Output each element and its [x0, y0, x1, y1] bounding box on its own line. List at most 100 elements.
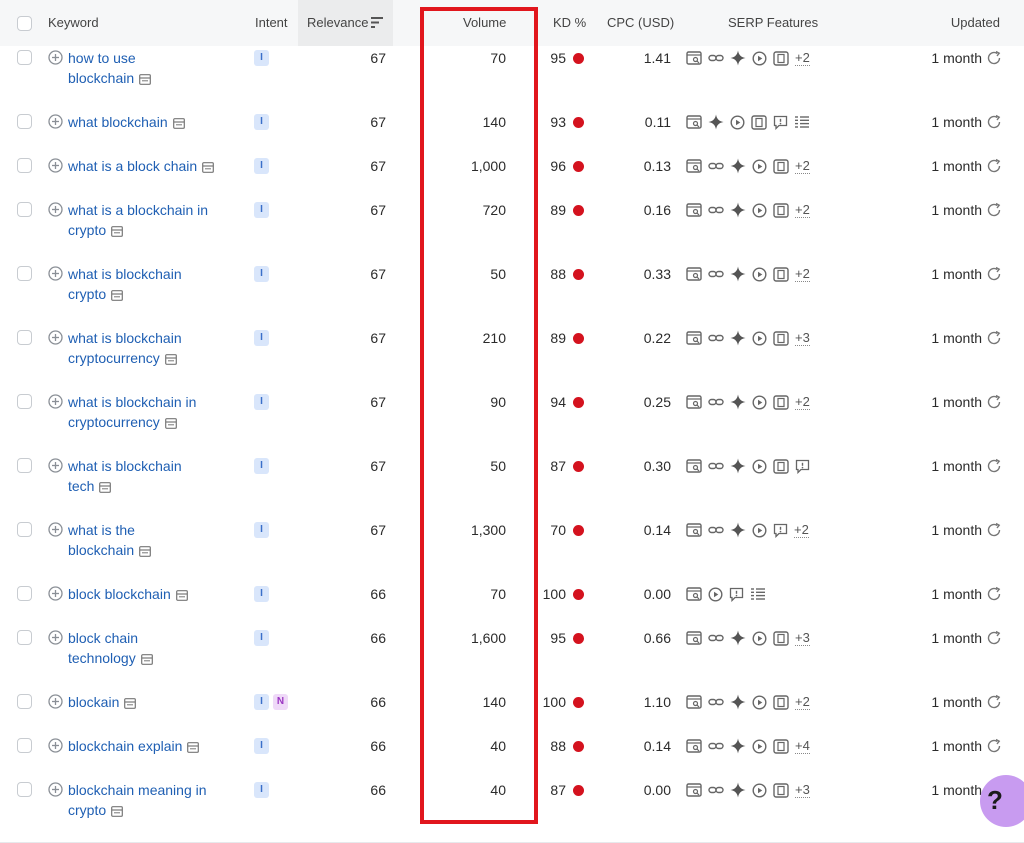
serp-more-count[interactable]: +2	[795, 158, 810, 174]
row-checkbox[interactable]	[17, 158, 32, 173]
keyword-link[interactable]: what is blockchain tech	[68, 456, 238, 498]
row-checkbox[interactable]	[17, 50, 32, 65]
serp-more-count[interactable]: +2	[795, 50, 810, 66]
keyword-link[interactable]: what is blockchain cryptocurrency	[68, 328, 238, 370]
list-snippet-icon	[794, 115, 810, 129]
refresh-icon[interactable]	[986, 330, 1002, 346]
refresh-icon[interactable]	[986, 394, 1002, 410]
cpc-value: 1.10	[643, 694, 671, 710]
serp-more-count[interactable]: +3	[795, 630, 810, 646]
serp-preview-icon[interactable]	[111, 286, 124, 306]
refresh-icon[interactable]	[986, 114, 1002, 130]
keyword-link[interactable]: block blockchain	[68, 584, 238, 606]
row-checkbox[interactable]	[17, 394, 32, 409]
serp-more-count[interactable]: +4	[795, 738, 810, 754]
serp-preview-icon[interactable]	[172, 114, 185, 134]
ai-overview-icon	[730, 266, 746, 282]
row-checkbox[interactable]	[17, 458, 32, 473]
keyword-link[interactable]: what is a block chain	[68, 156, 238, 178]
keyword-link[interactable]: what is blockchain in cryptocurrency	[68, 392, 238, 434]
add-to-list-icon[interactable]	[48, 694, 63, 709]
refresh-icon[interactable]	[986, 266, 1002, 282]
keyword-link[interactable]: blockchain explain	[68, 736, 238, 758]
refresh-icon[interactable]	[986, 522, 1002, 538]
serp-more-count[interactable]: +2	[794, 522, 809, 538]
header-kd[interactable]: KD %	[553, 0, 586, 46]
row-checkbox[interactable]	[17, 586, 32, 601]
add-to-list-icon[interactable]	[48, 266, 63, 281]
relevance-value: 67	[370, 458, 386, 474]
row-checkbox[interactable]	[17, 522, 32, 537]
serp-preview-icon[interactable]	[99, 478, 112, 498]
keyword-link[interactable]: blockchain meaning in crypto	[68, 780, 238, 822]
add-to-list-icon[interactable]	[48, 114, 63, 129]
row-checkbox[interactable]	[17, 738, 32, 753]
serp-preview-icon[interactable]	[139, 70, 152, 90]
add-to-list-icon[interactable]	[48, 738, 63, 753]
volume-value: 90	[490, 394, 506, 410]
kd-difficulty-dot	[573, 117, 584, 128]
header-serp-features[interactable]: SERP Features	[728, 0, 818, 46]
row-checkbox[interactable]	[17, 330, 32, 345]
add-to-list-icon[interactable]	[48, 50, 63, 65]
select-all-checkbox[interactable]	[17, 16, 32, 31]
row-checkbox[interactable]	[17, 266, 32, 281]
keyword-link[interactable]: how to use blockchain	[68, 48, 238, 90]
header-keyword[interactable]: Keyword	[48, 0, 99, 46]
serp-preview-icon[interactable]	[187, 738, 200, 758]
serp-preview-icon[interactable]	[164, 414, 177, 434]
refresh-icon[interactable]	[986, 738, 1002, 754]
keyword-link[interactable]: what is blockchain crypto	[68, 264, 238, 306]
serp-more-count[interactable]: +2	[795, 202, 810, 218]
row-checkbox[interactable]	[17, 202, 32, 217]
refresh-icon[interactable]	[986, 694, 1002, 710]
row-checkbox[interactable]	[17, 114, 32, 129]
serp-preview-icon[interactable]	[124, 694, 137, 714]
serp-features: +2	[686, 49, 810, 67]
serp-more-count[interactable]: +2	[795, 394, 810, 410]
refresh-icon[interactable]	[986, 630, 1002, 646]
keyword-link[interactable]: blockain	[68, 692, 238, 714]
refresh-icon[interactable]	[986, 50, 1002, 66]
refresh-icon[interactable]	[986, 158, 1002, 174]
add-to-list-icon[interactable]	[48, 330, 63, 345]
keyword-link[interactable]: what blockchain	[68, 112, 238, 134]
add-to-list-icon[interactable]	[48, 522, 63, 537]
serp-more-count[interactable]: +2	[795, 266, 810, 282]
add-to-list-icon[interactable]	[48, 202, 63, 217]
row-checkbox[interactable]	[17, 630, 32, 645]
serp-preview-icon[interactable]	[164, 350, 177, 370]
refresh-icon[interactable]	[986, 202, 1002, 218]
refresh-icon[interactable]	[986, 586, 1002, 602]
volume-value: 70	[490, 586, 506, 602]
serp-preview-icon[interactable]	[202, 158, 215, 178]
serp-more-count[interactable]: +3	[795, 782, 810, 798]
serp-preview-icon[interactable]	[111, 802, 124, 822]
header-intent[interactable]: Intent	[255, 0, 288, 46]
add-to-list-icon[interactable]	[48, 158, 63, 173]
refresh-icon[interactable]	[986, 458, 1002, 474]
keyword-link[interactable]: what is a blockchain in crypto	[68, 200, 238, 242]
keyword-link[interactable]: block chain technology	[68, 628, 238, 670]
serp-preview-icon[interactable]	[139, 542, 152, 562]
serp-more-count[interactable]: +3	[795, 330, 810, 346]
row-checkbox[interactable]	[17, 694, 32, 709]
keyword-link[interactable]: what is the blockchain	[68, 520, 238, 562]
serp-more-count[interactable]: +2	[795, 694, 810, 710]
serp-preview-icon[interactable]	[111, 222, 124, 242]
row-checkbox[interactable]	[17, 782, 32, 797]
serp-preview-icon[interactable]	[175, 586, 188, 606]
add-to-list-icon[interactable]	[48, 630, 63, 645]
add-to-list-icon[interactable]	[48, 394, 63, 409]
image-pack-icon	[773, 694, 789, 710]
header-relevance-sorted[interactable]: Relevance	[298, 0, 393, 46]
add-to-list-icon[interactable]	[48, 782, 63, 797]
add-to-list-icon[interactable]	[48, 458, 63, 473]
add-to-list-icon[interactable]	[48, 586, 63, 601]
kd-difficulty-dot	[573, 269, 584, 280]
header-cpc[interactable]: CPC (USD)	[607, 0, 674, 46]
header-updated[interactable]: Updated	[951, 0, 1000, 46]
help-button[interactable]: ?	[980, 775, 1024, 827]
serp-preview-icon[interactable]	[140, 650, 153, 670]
header-volume[interactable]: Volume	[463, 0, 506, 46]
